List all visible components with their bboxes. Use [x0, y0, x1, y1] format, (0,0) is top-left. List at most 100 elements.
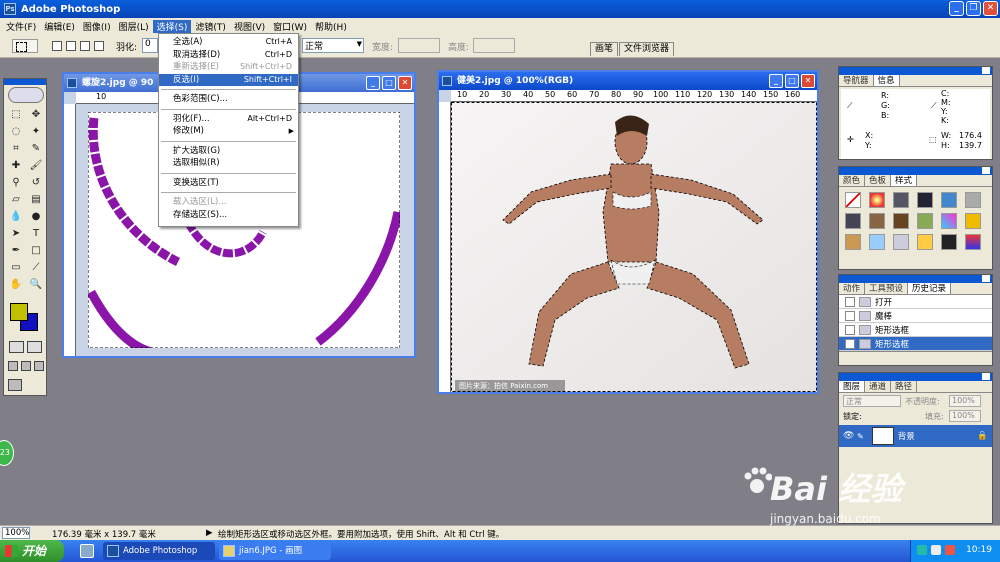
tab-tool-presets[interactable]: 工具预设 — [865, 283, 909, 294]
show-desktop-icon[interactable] — [80, 544, 94, 558]
history-item-rect-marquee[interactable]: 矩形选框 — [839, 323, 992, 337]
style-swatch[interactable] — [917, 192, 933, 208]
style-swatch[interactable] — [869, 213, 885, 229]
tray-security-icon[interactable] — [945, 545, 955, 555]
taskbar-item-paint[interactable]: jian6.JPG - 画图 — [219, 542, 331, 560]
style-swatch[interactable] — [965, 213, 981, 229]
layer-row-background[interactable]: 👁 ✎ 背景 🔒 — [839, 425, 992, 447]
close-icon[interactable]: ✕ — [983, 1, 998, 16]
palette-well-brushes[interactable]: 画笔 — [590, 42, 619, 56]
screen-mode-full-icon[interactable] — [34, 361, 44, 371]
menu-help[interactable]: 帮助(H) — [311, 20, 351, 33]
style-select[interactable]: 正常 — [302, 38, 364, 53]
screen-mode-standard-icon[interactable] — [8, 361, 18, 371]
doc-minimize-icon[interactable]: _ — [366, 76, 380, 90]
palette-close-icon[interactable] — [982, 67, 990, 74]
imageready-icon[interactable] — [8, 379, 22, 391]
foreground-color-swatch[interactable] — [10, 303, 28, 321]
menu-item-feather[interactable]: 羽化(F)... Alt+Ctrl+D — [159, 113, 298, 126]
style-swatch[interactable] — [845, 234, 861, 250]
menu-file[interactable]: 文件(F) — [2, 20, 40, 33]
brush-tool-icon[interactable]: 🖌 — [27, 158, 45, 174]
style-swatch[interactable] — [845, 213, 861, 229]
doc-title-bar[interactable]: 健美2.jpg @ 100%(RGB) _ □ ✕ — [439, 72, 817, 90]
tab-channels[interactable]: 通道 — [865, 381, 892, 392]
tab-info[interactable]: 信息 — [873, 75, 900, 86]
tray-volume-icon[interactable] — [931, 545, 941, 555]
eyedropper-tool-icon[interactable]: ⟋ — [27, 260, 45, 276]
doc-maximize-icon[interactable]: □ — [785, 74, 799, 88]
magic-wand-tool-icon[interactable]: ✦ — [27, 124, 45, 140]
blur-tool-icon[interactable]: 💧 — [7, 209, 25, 225]
history-checkbox[interactable] — [845, 310, 855, 321]
style-swatch[interactable] — [941, 213, 957, 229]
crop-tool-icon[interactable]: ⌗ — [7, 141, 25, 157]
new-selection-icon[interactable] — [52, 41, 62, 51]
style-swatch[interactable] — [869, 192, 885, 208]
style-swatch[interactable] — [893, 192, 909, 208]
palette-well-file-browser[interactable]: 文件浏览器 — [619, 42, 675, 56]
width-input[interactable] — [398, 38, 440, 53]
doc-close-icon[interactable]: ✕ — [398, 76, 412, 90]
hand-tool-icon[interactable]: ✋ — [7, 277, 25, 293]
menu-item-save-selection[interactable]: 存储选区(S)... — [159, 209, 298, 222]
menu-image[interactable]: 图像(I) — [79, 20, 115, 33]
history-checkbox[interactable] — [845, 338, 855, 349]
start-button[interactable]: 开始 — [0, 540, 64, 562]
tab-history[interactable]: 历史记录 — [908, 283, 952, 294]
menu-select[interactable]: 选择(S) — [152, 19, 192, 33]
type-tool-icon[interactable]: T — [27, 226, 45, 242]
style-swatch[interactable] — [965, 234, 981, 250]
screen-mode-full-menu-icon[interactable] — [21, 361, 31, 371]
pen-tool-icon[interactable]: ✒ — [7, 243, 25, 259]
palette-header[interactable] — [839, 67, 992, 75]
toolbox-header[interactable] — [4, 79, 46, 85]
move-tool-icon[interactable]: ✥ — [27, 107, 45, 123]
menu-filter[interactable]: 滤镜(T) — [191, 20, 230, 33]
gradient-tool-icon[interactable]: ▤ — [27, 192, 45, 208]
menu-item-modify[interactable]: 修改(M) ▶ — [159, 125, 298, 138]
zoom-field[interactable]: 100% — [2, 527, 30, 539]
palette-close-icon[interactable] — [982, 275, 990, 282]
style-swatch[interactable] — [845, 192, 861, 208]
palette-close-icon[interactable] — [982, 373, 990, 380]
palette-close-icon[interactable] — [982, 167, 990, 174]
tray-network-icon[interactable] — [917, 545, 927, 555]
doc-minimize-icon[interactable]: _ — [769, 74, 783, 88]
doc-close-icon[interactable]: ✕ — [801, 74, 815, 88]
restore-icon[interactable]: ❐ — [966, 1, 981, 16]
history-item-magic-wand[interactable]: 魔棒 — [839, 309, 992, 323]
add-selection-icon[interactable] — [66, 41, 76, 51]
menu-layer[interactable]: 图层(L) — [115, 20, 153, 33]
menu-item-color-range[interactable]: 色彩范围(C)... — [159, 93, 298, 106]
tab-layers[interactable]: 图层 — [839, 381, 866, 392]
eraser-tool-icon[interactable]: ▱ — [7, 192, 25, 208]
shape-tool-icon[interactable]: □ — [27, 243, 45, 259]
tab-swatches[interactable]: 色板 — [865, 175, 892, 186]
dodge-tool-icon[interactable]: ● — [27, 209, 45, 225]
notes-tool-icon[interactable]: ▭ — [7, 260, 25, 276]
marquee-preset-icon[interactable] — [12, 39, 38, 53]
tab-color[interactable]: 颜色 — [839, 175, 866, 186]
height-input[interactable] — [473, 38, 515, 53]
style-swatch[interactable] — [893, 213, 909, 229]
notification-badge[interactable]: 23 — [0, 440, 14, 466]
style-swatch[interactable] — [965, 192, 981, 208]
opacity-input[interactable]: 100% — [949, 395, 981, 407]
tab-styles[interactable]: 样式 — [891, 175, 918, 186]
fill-input[interactable]: 100% — [949, 410, 981, 422]
history-brush-icon[interactable]: ↺ — [27, 175, 45, 191]
doc-maximize-icon[interactable]: □ — [382, 76, 396, 90]
blend-mode-select[interactable]: 正常 — [843, 395, 901, 407]
history-checkbox[interactable] — [845, 324, 855, 335]
history-item-rect-marquee-current[interactable]: 矩形选框 — [839, 337, 992, 351]
marquee-tool-icon[interactable]: ⬚ — [7, 107, 25, 123]
tab-navigator[interactable]: 导航器 — [839, 75, 874, 86]
subtract-selection-icon[interactable] — [80, 41, 90, 51]
menu-item-similar[interactable]: 选取相似(R) — [159, 157, 298, 170]
style-swatch[interactable] — [893, 234, 909, 250]
history-item-open[interactable]: 打开 — [839, 295, 992, 309]
adobe-eye-icon[interactable] — [8, 87, 44, 103]
taskbar-item-photoshop[interactable]: Adobe Photoshop — [103, 542, 215, 560]
lasso-tool-icon[interactable]: ◌ — [7, 124, 25, 140]
